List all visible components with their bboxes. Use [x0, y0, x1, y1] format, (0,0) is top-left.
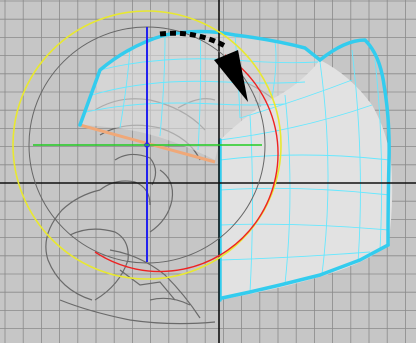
viewport-canvas[interactable]: [0, 0, 416, 343]
viewport-3d[interactable]: [0, 0, 416, 343]
